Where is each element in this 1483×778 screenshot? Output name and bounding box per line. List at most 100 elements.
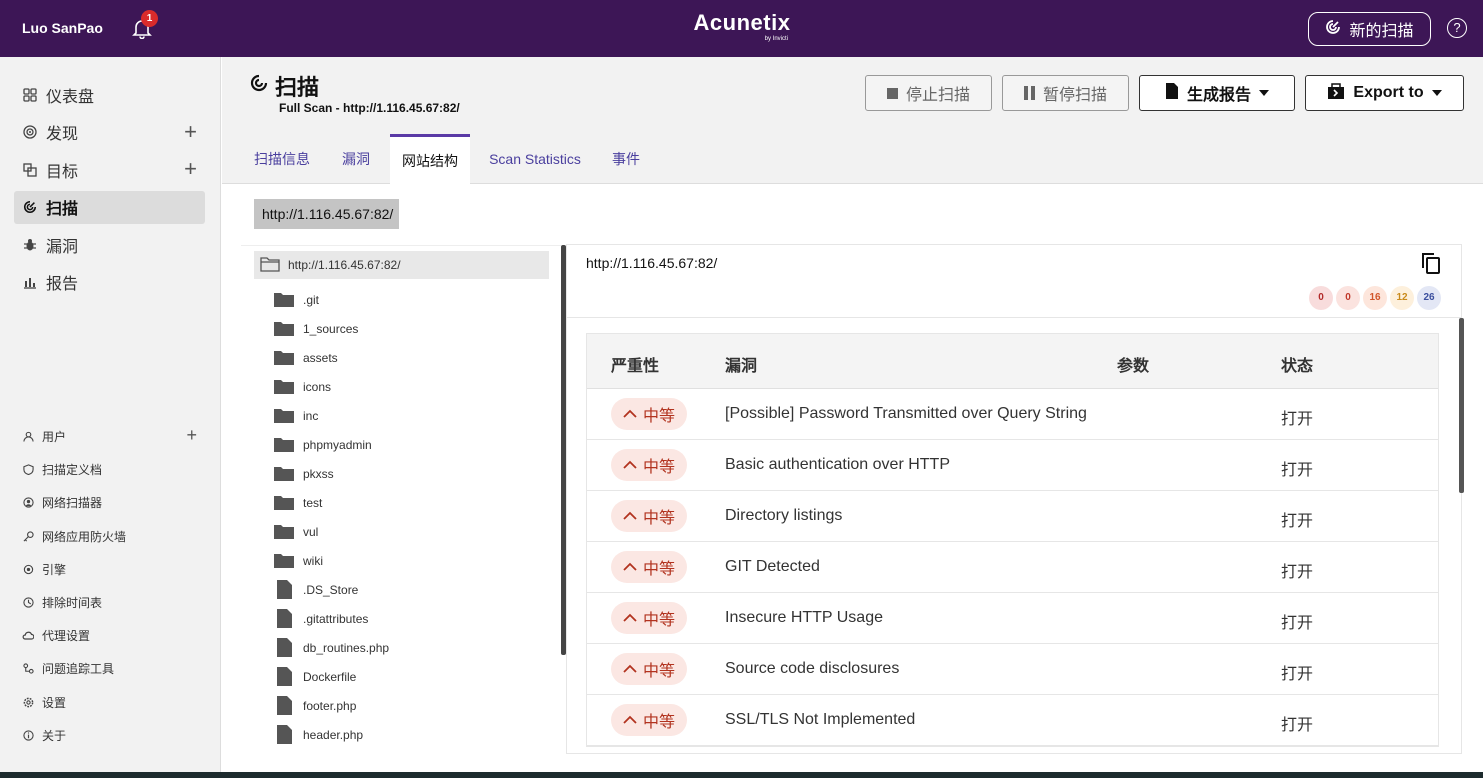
- sidebar-item-discovery[interactable]: 发现 +: [14, 116, 205, 149]
- tree-folder[interactable]: .git: [274, 285, 319, 314]
- chevron-down-icon: [1431, 90, 1442, 96]
- tree-file[interactable]: db_routines.php: [274, 633, 389, 662]
- tab-site-structure[interactable]: 网站结构: [390, 134, 470, 184]
- tree-folder[interactable]: icons: [274, 372, 331, 401]
- file-icon: [274, 609, 294, 628]
- table-row[interactable]: 中等 SSL/TLS Not Implemented 打开: [587, 695, 1438, 746]
- generate-report-button[interactable]: 生成报告: [1139, 75, 1295, 111]
- tree-file[interactable]: footer.php: [274, 691, 356, 720]
- main-nav: 仪表盘 发现 + 目标 + 扫描 漏洞 报告: [14, 78, 205, 304]
- tree-root-label: http://1.116.45.67:82/: [288, 258, 401, 272]
- column-vulnerability[interactable]: 漏洞: [725, 352, 757, 376]
- sidebar-item-targets[interactable]: 目标 +: [14, 153, 205, 186]
- tree-file[interactable]: .DS_Store: [274, 575, 358, 604]
- new-scan-button[interactable]: 新的扫描: [1308, 12, 1431, 46]
- tab-scan-info[interactable]: 扫描信息: [244, 134, 320, 184]
- tree-folder[interactable]: inc: [274, 401, 318, 430]
- sidebar-item-users[interactable]: 用户 +: [14, 420, 205, 453]
- tree-folder[interactable]: wiki: [274, 546, 323, 575]
- tree-root[interactable]: http://1.116.45.67:82/: [254, 251, 549, 279]
- table-row[interactable]: 中等 Source code disclosures 打开: [587, 644, 1438, 695]
- sidebar-item-label: 代理设置: [42, 629, 91, 644]
- add-user-icon[interactable]: +: [186, 426, 197, 444]
- table-row[interactable]: 中等 GIT Detected 打开: [587, 542, 1438, 593]
- sidebar-item-dashboard[interactable]: 仪表盘: [14, 78, 205, 111]
- brand-name: Acunetix: [693, 10, 791, 35]
- medium-count[interactable]: 16: [1363, 286, 1387, 310]
- vulnerability-status: 打开: [1281, 666, 1314, 683]
- folder-icon: [274, 350, 294, 365]
- sidebar-item-scans[interactable]: 扫描: [14, 190, 205, 224]
- folder-icon: [274, 408, 294, 423]
- detail-scrollbar[interactable]: [1459, 318, 1464, 493]
- pause-scan-button[interactable]: 暂停扫描: [1002, 75, 1129, 111]
- tree-file[interactable]: .gitattributes: [274, 604, 368, 633]
- export-icon: [1327, 82, 1345, 105]
- info-count[interactable]: 26: [1417, 286, 1441, 310]
- user-name[interactable]: Luo SanPao: [22, 20, 103, 36]
- tree-folder[interactable]: test: [274, 488, 322, 517]
- critical-count[interactable]: 0: [1309, 286, 1333, 310]
- chevron-up-icon: [623, 405, 637, 423]
- page-title-text: 扫描: [275, 75, 320, 100]
- sidebar-item-scan-profiles[interactable]: 扫描定义档: [14, 453, 205, 486]
- gear-icon: [22, 696, 34, 708]
- low-count[interactable]: 12: [1390, 286, 1414, 310]
- tab-events[interactable]: 事件: [604, 134, 648, 184]
- help-icon[interactable]: ?: [1447, 18, 1467, 38]
- tree-file-label: .DS_Store: [303, 582, 359, 597]
- divider: [567, 317, 1461, 318]
- stop-scan-button[interactable]: 停止扫描: [865, 75, 992, 111]
- export-to-button[interactable]: Export to: [1305, 75, 1464, 111]
- sidebar-item-vulnerabilities[interactable]: 漏洞: [14, 228, 205, 261]
- folder-icon: [274, 553, 294, 568]
- sidebar-item-label: 仪表盘: [46, 88, 95, 106]
- tab-scan-statistics[interactable]: Scan Statistics: [484, 134, 586, 184]
- add-target-icon[interactable]: +: [184, 158, 197, 180]
- sidebar-item-waf[interactable]: 网络应用防火墙: [14, 520, 205, 553]
- add-discovery-icon[interactable]: +: [184, 120, 197, 143]
- tree-folder[interactable]: vul: [274, 517, 318, 546]
- sidebar-item-network-scanner[interactable]: 网络扫描器: [14, 486, 205, 519]
- vulnerability-status: 打开: [1281, 462, 1314, 479]
- tree-file[interactable]: header.php: [274, 720, 363, 749]
- sidebar-item-label: 问题追踪工具: [42, 662, 115, 677]
- site-tree: http://1.116.45.67:82/ .git 1_sources as…: [241, 245, 561, 750]
- high-count[interactable]: 0: [1336, 286, 1360, 310]
- shield-icon: [22, 464, 34, 476]
- sidebar-item-engines[interactable]: 引擎: [14, 553, 205, 586]
- table-row[interactable]: 中等 Insecure HTTP Usage 打开: [587, 593, 1438, 644]
- copy-icon[interactable]: [1420, 251, 1442, 280]
- folder-icon: [274, 495, 294, 510]
- chevron-down-icon: [1259, 90, 1269, 96]
- table-row[interactable]: 中等 Directory listings 打开: [587, 491, 1438, 542]
- sidebar: 仪表盘 发现 + 目标 + 扫描 漏洞 报告 用户 + 扫描定义档 网络扫描器 …: [0, 57, 221, 778]
- tab-vulnerabilities[interactable]: 漏洞: [332, 134, 380, 184]
- column-severity[interactable]: 严重性: [611, 352, 659, 376]
- table-row[interactable]: 中等 [Possible] Password Transmitted over …: [587, 389, 1438, 440]
- tree-folder-label: pkxss: [303, 466, 334, 481]
- sidebar-item-settings[interactable]: 设置: [14, 686, 205, 719]
- tree-folder[interactable]: 1_sources: [274, 314, 358, 343]
- sidebar-item-excluded-hours[interactable]: 排除时间表: [14, 586, 205, 619]
- tree-folder[interactable]: phpmyadmin: [274, 430, 372, 459]
- tree-file[interactable]: Dockerfile: [274, 662, 356, 691]
- chevron-up-icon: [623, 456, 637, 474]
- vulnerability-name: Directory listings: [725, 507, 843, 524]
- folder-open-icon: [260, 256, 280, 275]
- sidebar-item-reports[interactable]: 报告: [14, 266, 205, 299]
- sidebar-item-label: 设置: [42, 695, 67, 710]
- targets-icon: [22, 162, 38, 178]
- folder-icon: [274, 437, 294, 452]
- table-row[interactable]: 中等 Basic authentication over HTTP 打开: [587, 440, 1438, 491]
- tree-folder[interactable]: pkxss: [274, 459, 334, 488]
- sidebar-item-proxy[interactable]: 代理设置: [14, 619, 205, 652]
- export-to-label: Export to: [1353, 84, 1424, 101]
- column-status[interactable]: 状态: [1281, 352, 1313, 376]
- folder-icon: [274, 292, 294, 307]
- tree-folder[interactable]: assets: [274, 343, 338, 372]
- column-parameter[interactable]: 参数: [1117, 352, 1149, 376]
- breadcrumb[interactable]: http://1.116.45.67:82/: [254, 199, 399, 229]
- sidebar-item-about[interactable]: 关于: [14, 719, 205, 752]
- sidebar-item-issue-trackers[interactable]: 问题追踪工具: [14, 652, 205, 685]
